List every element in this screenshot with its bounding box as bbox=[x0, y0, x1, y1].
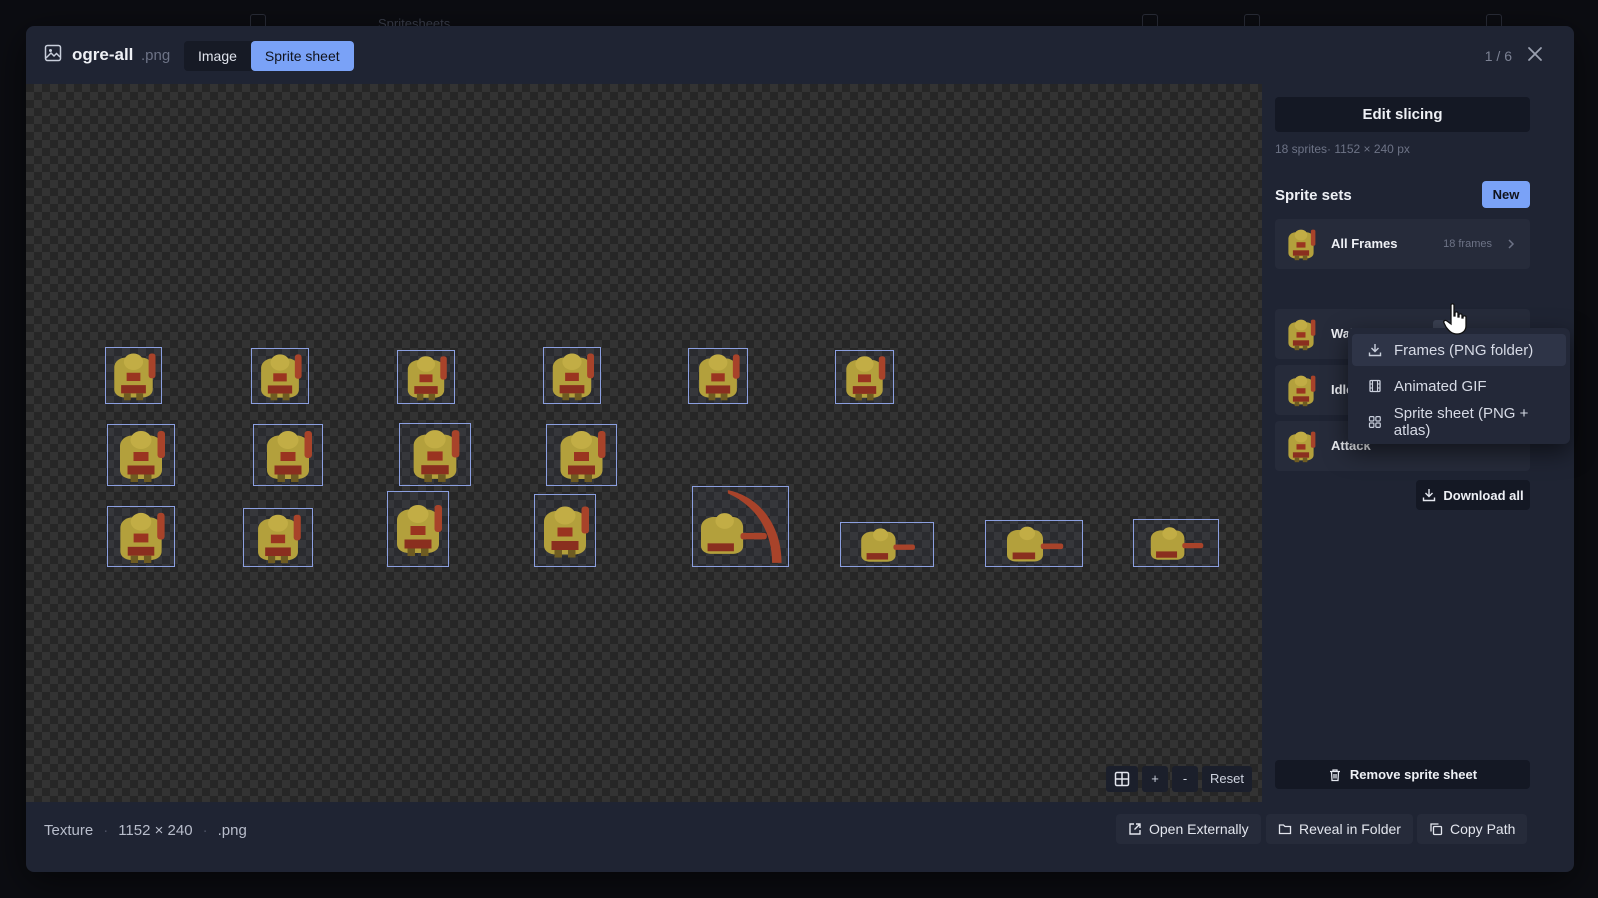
sprite-set-name: All Frames bbox=[1331, 236, 1398, 251]
folder-icon bbox=[1278, 824, 1292, 835]
grid-toggle-button[interactable] bbox=[1106, 766, 1139, 792]
sprite-frame[interactable] bbox=[399, 423, 471, 486]
ogre-sprite-icon bbox=[106, 348, 161, 403]
file-dimensions: 1152 × 240 bbox=[118, 822, 193, 839]
download-all-label: Download all bbox=[1443, 487, 1524, 503]
sprite-frame[interactable] bbox=[105, 347, 162, 404]
view-mode-toggle: Image Sprite sheet bbox=[184, 41, 354, 71]
download-icon bbox=[1368, 344, 1382, 357]
export-frames-png-folder[interactable]: Frames (PNG folder) bbox=[1352, 334, 1566, 366]
sprite-frame[interactable] bbox=[397, 350, 455, 404]
ogre-thumbnail-icon bbox=[1283, 428, 1319, 464]
copy-icon bbox=[1430, 823, 1443, 836]
file-extension: .png bbox=[141, 47, 171, 64]
sprite-frame[interactable] bbox=[1133, 519, 1219, 567]
sprite-sheet-viewer-modal: ogre-all .png Image Sprite sheet 1 / 6 +… bbox=[26, 26, 1574, 872]
ogre-sprite-icon bbox=[108, 425, 174, 485]
edit-slicing-button[interactable]: Edit slicing bbox=[1275, 97, 1530, 132]
ogre-sprite-icon bbox=[547, 425, 616, 485]
export-menu: Frames (PNG folder) Animated GIF Sprite … bbox=[1348, 328, 1570, 444]
new-sprite-set-button[interactable]: New bbox=[1482, 181, 1530, 208]
ogre-thumbnail-icon bbox=[1283, 316, 1319, 352]
menu-item-label: Frames (PNG folder) bbox=[1394, 341, 1534, 359]
sprite-frame[interactable] bbox=[688, 348, 748, 404]
viewer-footer: Texture · 1152 × 240 · .png Open Externa… bbox=[26, 802, 1574, 872]
menu-item-label: Sprite sheet (PNG + atlas) bbox=[1393, 405, 1529, 439]
sprite-frame[interactable] bbox=[546, 424, 617, 486]
ogre-sprite-icon bbox=[544, 348, 600, 403]
menu-item-label: Animated GIF bbox=[1394, 377, 1487, 395]
external-link-icon bbox=[1129, 823, 1141, 835]
sprite-frame[interactable] bbox=[835, 350, 894, 404]
sprite-frame[interactable] bbox=[543, 347, 601, 404]
ogre-thumbnail-icon bbox=[1283, 372, 1319, 408]
reset-zoom-button[interactable]: Reset bbox=[1202, 766, 1252, 792]
zoom-controls: + - Reset bbox=[1106, 766, 1252, 792]
image-mode-button[interactable]: Image bbox=[184, 41, 251, 71]
sprite-frame[interactable] bbox=[107, 506, 175, 567]
sprite-frame[interactable] bbox=[387, 491, 449, 567]
ogre-sprite-icon bbox=[108, 507, 174, 566]
sprite-meta: 18 sprites· 1152 × 240 px bbox=[1275, 142, 1410, 156]
ogre-attack-sprite-icon bbox=[1150, 527, 1204, 560]
sprite-frame[interactable] bbox=[251, 348, 309, 404]
sprite-frame[interactable] bbox=[692, 486, 789, 567]
trash-icon bbox=[1329, 768, 1340, 781]
copy-path-button[interactable]: Copy Path bbox=[1417, 814, 1528, 844]
open-externally-label: Open Externally bbox=[1149, 821, 1249, 837]
page-counter: 1 / 6 bbox=[1484, 48, 1512, 64]
sprite-frame[interactable] bbox=[107, 424, 175, 486]
ogre-sprite-icon bbox=[252, 349, 308, 403]
separator-dot: · bbox=[103, 822, 109, 839]
ogre-attack-sprite-icon bbox=[861, 528, 915, 562]
sprite-frame[interactable] bbox=[243, 508, 313, 567]
ogre-attack-sprite-icon bbox=[1007, 526, 1064, 562]
sprite-frame[interactable] bbox=[253, 424, 323, 486]
open-externally-button[interactable]: Open Externally bbox=[1116, 814, 1261, 844]
download-all-button[interactable]: Download all bbox=[1416, 480, 1530, 510]
film-icon bbox=[1369, 379, 1381, 393]
ogre-sprite-icon bbox=[689, 349, 747, 403]
sprite-canvas[interactable]: + - Reset bbox=[26, 84, 1262, 802]
remove-sprite-sheet-button[interactable]: Remove sprite sheet bbox=[1275, 760, 1530, 789]
sprite-sets-title: Sprite sets bbox=[1275, 187, 1352, 204]
image-file-icon bbox=[44, 44, 62, 62]
sprite-frame[interactable] bbox=[840, 522, 934, 567]
export-sprite-sheet-atlas[interactable]: Sprite sheet (PNG + atlas) bbox=[1352, 405, 1566, 439]
copy-path-label: Copy Path bbox=[1450, 821, 1516, 837]
file-info: Texture · 1152 × 240 · .png bbox=[44, 822, 247, 839]
sprite-set-all-frames[interactable]: All Frames 18 frames bbox=[1275, 219, 1530, 269]
sprite-frame[interactable] bbox=[534, 494, 596, 567]
file-name: ogre-all bbox=[72, 45, 134, 64]
reveal-in-folder-label: Reveal in Folder bbox=[1299, 821, 1401, 837]
chevron-right-icon bbox=[1508, 239, 1515, 249]
ogre-sprite-icon bbox=[535, 495, 595, 566]
zoom-out-button[interactable]: - bbox=[1172, 766, 1199, 792]
ogre-thumbnail-icon bbox=[1283, 226, 1319, 262]
ogre-sprite-icon bbox=[388, 492, 448, 566]
download-icon bbox=[1423, 489, 1436, 502]
ogre-sprite-icon bbox=[836, 351, 893, 403]
viewer-header: ogre-all .png Image Sprite sheet 1 / 6 bbox=[26, 26, 1574, 84]
ogre-sprite-icon bbox=[244, 509, 312, 566]
ogre-sprite-icon bbox=[400, 424, 470, 485]
file-ext-footer: .png bbox=[217, 822, 247, 839]
ogre-attack-sprite-icon bbox=[701, 490, 782, 563]
separator-dot: · bbox=[202, 822, 208, 839]
ogre-sprite-icon bbox=[398, 351, 454, 403]
export-animated-gif[interactable]: Animated GIF bbox=[1352, 370, 1566, 402]
remove-sprite-sheet-label: Remove sprite sheet bbox=[1349, 767, 1478, 782]
ogre-sprite-icon bbox=[254, 425, 322, 485]
sprite-set-count: 18 frames bbox=[1443, 238, 1492, 250]
sprite-frame[interactable] bbox=[985, 520, 1083, 567]
reveal-in-folder-button[interactable]: Reveal in Folder bbox=[1266, 814, 1413, 844]
close-icon[interactable] bbox=[1524, 43, 1546, 65]
file-type: Texture bbox=[44, 822, 94, 839]
grid-icon bbox=[1114, 771, 1130, 787]
sprite-sheet-mode-button[interactable]: Sprite sheet bbox=[250, 41, 354, 71]
zoom-in-button[interactable]: + bbox=[1142, 766, 1169, 792]
grid-icon bbox=[1368, 416, 1381, 428]
